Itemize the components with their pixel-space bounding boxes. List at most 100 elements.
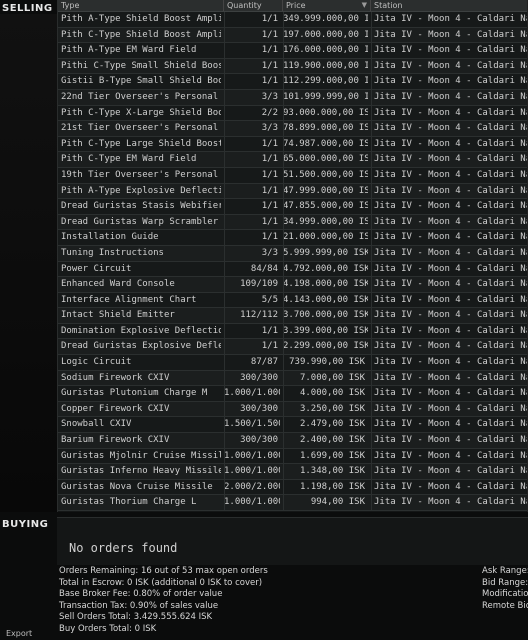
order-quantity-cell: 87/87 — [250, 357, 278, 368]
table-row[interactable]: Pith C-Type X-Large Shield Booster 2/2 93.… — [58, 105, 528, 122]
table-row[interactable]: 21st Tier Overseer's Personal Effects 3/3… — [58, 121, 528, 137]
table-row[interactable]: Pith A-Type EM Ward Field 1/1 176.000.000,… — [58, 43, 528, 59]
table-row[interactable]: Guristas Thorium Charge L 1.000/1.000 994,… — [58, 495, 528, 511]
table-row[interactable]: Gistii B-Type Small Shield Booster 1/1 112… — [58, 74, 528, 90]
column-divider — [371, 464, 372, 479]
order-price-cell: 78.899.000,00 ISK — [283, 123, 368, 134]
column-header-price[interactable]: Price ▼ — [283, 0, 371, 11]
order-price-cell: 65.000.000,00 ISK — [283, 154, 368, 165]
order-price-cell: 176.000.000,00 ISK — [283, 45, 368, 56]
column-divider — [371, 89, 372, 105]
order-type-cell: Pith C-Type Large Shield Booster — [61, 138, 221, 149]
table-row[interactable]: Dread Guristas Warp Scrambler 1/1 34.999.0… — [58, 214, 528, 231]
order-station-cell: Jita IV - Moon 4 - Caldari Navy Ass — [374, 138, 528, 149]
column-divider — [224, 495, 225, 510]
order-quantity-cell: 300/300 — [240, 403, 278, 414]
column-header-station[interactable]: Station — [371, 0, 528, 11]
table-row[interactable]: Barium Firework CXIV 300/300 2.400,00 ISK J… — [58, 433, 528, 449]
column-divider — [283, 89, 284, 105]
order-type-cell: Pith C-Type EM Ward Field — [61, 154, 197, 165]
column-divider — [224, 105, 225, 121]
column-divider — [283, 417, 284, 433]
order-type-cell: Pith A-Type Shield Boost Amplifier — [61, 14, 221, 24]
column-divider — [283, 121, 284, 136]
column-divider — [371, 199, 372, 214]
order-price-cell: 739.990,00 ISK — [289, 357, 365, 368]
export-button[interactable]: Export — [6, 629, 32, 638]
table-row[interactable]: Interface Alignment Chart 5/5 4.143.000,00… — [58, 292, 528, 309]
order-station-cell: Jita IV - Moon 4 - Caldari Navy Ass — [374, 107, 528, 118]
column-divider — [224, 401, 225, 417]
table-row[interactable]: Pith A-Type Shield Boost Amplifier 1/1 349… — [58, 12, 528, 28]
column-divider — [283, 58, 284, 74]
column-divider — [224, 43, 225, 58]
table-row[interactable]: Pith C-Type Large Shield Booster 1/1 74.98… — [58, 136, 528, 153]
order-station-cell: Jita IV - Moon 4 - Caldari Navy Ass — [374, 341, 528, 352]
table-row[interactable]: Pithi C-Type Small Shield Booster 1/1 119.… — [58, 58, 528, 75]
column-divider — [224, 89, 225, 105]
column-divider — [283, 355, 284, 370]
order-quantity-cell: 1/1 — [261, 185, 278, 196]
table-row[interactable]: 19th Tier Overseer's Personal Effects 1/1… — [58, 167, 528, 184]
column-divider — [283, 323, 284, 339]
table-row[interactable]: Enhanced Ward Console 109/109 4.198.000,00… — [58, 277, 528, 293]
column-divider — [283, 152, 284, 167]
order-quantity-cell: 1/1 — [261, 14, 278, 24]
column-divider — [371, 245, 372, 261]
table-row[interactable]: Tuning Instructions 3/3 5.999.999,00 ISK Ji… — [58, 245, 528, 262]
order-type-cell: 22nd Tier Overseer's Personal Effects — [61, 91, 221, 102]
table-row[interactable]: Snowball CXIV 1.500/1.500 2.479,00 ISK Jita… — [58, 417, 528, 434]
order-quantity-cell: 5/5 — [261, 294, 278, 305]
column-divider — [371, 386, 372, 401]
order-price-cell: 47.999.000,00 ISK — [283, 185, 368, 196]
column-divider — [283, 479, 284, 495]
table-row[interactable]: Guristas Nova Cruise Missile 2.000/2.000 1… — [58, 479, 528, 496]
table-row[interactable]: Dread Guristas Explosive Deflection Fi 1/… — [58, 339, 528, 356]
column-divider — [224, 339, 225, 355]
column-divider — [283, 199, 284, 214]
table-row[interactable]: Pith A-Type Explosive Deflection Field 1/… — [58, 183, 528, 200]
table-row[interactable]: Installation Guide 1/1 21.000.000,00 ISK Ji… — [58, 230, 528, 246]
table-row[interactable]: Logic Circuit 87/87 739.990,00 ISK Jita IV … — [58, 355, 528, 371]
order-station-cell: Jita IV - Moon 4 - Caldari Navy Ass — [374, 310, 528, 321]
table-row[interactable]: Pith C-Type EM Ward Field 1/1 65.000.000,0… — [58, 152, 528, 168]
table-row[interactable]: Guristas Mjolnir Cruise Missile 1.000/1.0… — [58, 448, 528, 465]
table-row[interactable]: Domination Explosive Deflection Amplif 1/… — [58, 323, 528, 340]
table-row[interactable]: Power Circuit 84/84 4.792.000,00 ISK Jita I… — [58, 261, 528, 278]
table-row[interactable]: Guristas Plutonium Charge M 1.000/1.000 4.… — [58, 386, 528, 402]
order-price-cell: 74.987.000,00 ISK — [283, 138, 368, 149]
column-divider — [224, 464, 225, 479]
order-type-cell: Guristas Inferno Heavy Missile — [61, 466, 221, 477]
order-type-cell: 21st Tier Overseer's Personal Effects — [61, 123, 221, 134]
table-row[interactable]: Dread Guristas Stasis Webifier 1/1 47.855.… — [58, 199, 528, 215]
column-header-quantity-label: Quantity — [227, 1, 262, 10]
order-type-cell: Tuning Instructions — [61, 247, 164, 258]
order-price-cell: 101.999.999,00 ISK — [283, 91, 368, 102]
column-divider — [371, 277, 372, 292]
order-station-cell: Jita IV - Moon 4 - Caldari Navy Ass — [374, 169, 528, 180]
table-row[interactable]: Intact Shield Emitter 112/112 3.700.000,00… — [58, 308, 528, 324]
table-row[interactable]: Copper Firework CXIV 300/300 3.250,00 ISK J… — [58, 401, 528, 418]
order-station-cell: Jita IV - Moon 4 - Caldari Navy Ass — [374, 123, 528, 134]
column-divider — [283, 464, 284, 479]
column-divider — [283, 292, 284, 308]
column-header-quantity[interactable]: Quantity — [224, 0, 283, 11]
column-header-type[interactable]: Type — [58, 0, 224, 11]
table-row[interactable]: Pith C-Type Shield Boost Amplifier 1/1 197… — [58, 27, 528, 44]
order-quantity-cell: 112/112 — [240, 310, 278, 321]
order-station-cell: Jita IV - Moon 4 - Caldari Navy Ass — [374, 450, 528, 461]
column-divider — [283, 167, 284, 183]
order-type-cell: 19th Tier Overseer's Personal Effects — [61, 169, 221, 180]
table-row[interactable]: 22nd Tier Overseer's Personal Effects 3/3… — [58, 89, 528, 106]
order-price-cell: 1.348,00 ISK — [299, 466, 365, 477]
order-station-cell: Jita IV - Moon 4 - Caldari Navy Ass — [374, 325, 528, 336]
table-row[interactable]: Guristas Inferno Heavy Missile 1.000/1.00… — [58, 464, 528, 480]
order-type-cell: Snowball CXIV — [61, 419, 132, 430]
order-station-cell: Jita IV - Moon 4 - Caldari Navy Ass — [374, 216, 528, 227]
orders-table-body: Pith A-Type Shield Boost Amplifier 1/1 349… — [58, 12, 528, 511]
order-type-cell: Installation Guide — [61, 232, 159, 243]
order-price-cell: 349.999.000,00 ISK — [283, 14, 368, 24]
order-price-cell: 47.855.000,00 ISK — [283, 201, 368, 212]
table-row[interactable]: Sodium Firework CXIV 300/300 7.000,00 ISK J… — [58, 370, 528, 387]
column-header-station-label: Station — [374, 1, 403, 10]
